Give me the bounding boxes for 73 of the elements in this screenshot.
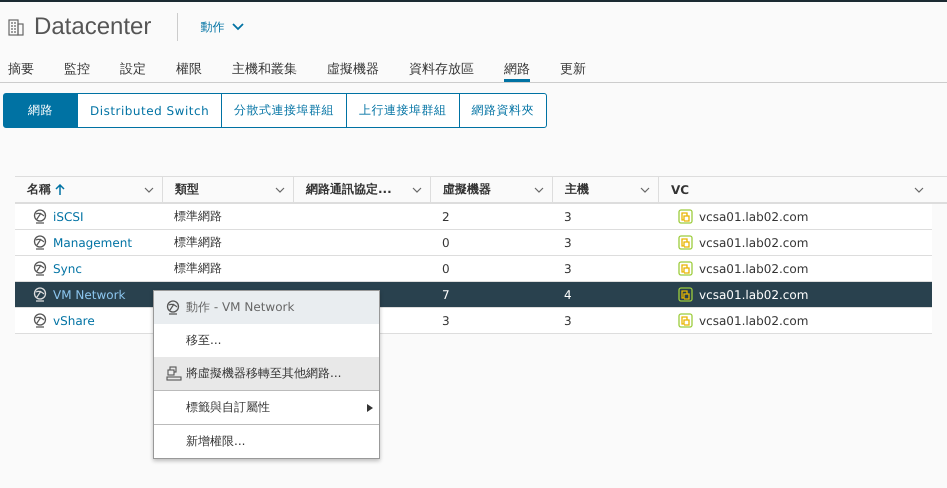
vcenter-cell: vcsa01.lab02.com	[699, 210, 808, 224]
network-icon	[33, 235, 47, 250]
host-count-cell: 3	[564, 262, 572, 276]
table-row[interactable]: Sync 標準網路 0 3 vcsa01.lab02.com	[15, 256, 932, 282]
column-menu-icon[interactable]	[534, 186, 544, 192]
page-title: Datacenter	[34, 13, 152, 41]
network-icon	[33, 261, 47, 276]
submenu-arrow-icon	[367, 404, 373, 412]
vcenter-cell: vcsa01.lab02.com	[699, 236, 808, 250]
nav-tab[interactable]: 虛擬機器	[327, 52, 379, 82]
network-icon	[33, 287, 47, 302]
vcenter-icon	[678, 235, 693, 250]
column-header[interactable]: VC	[658, 177, 932, 202]
vm-count-cell: 3	[442, 314, 450, 328]
network-link[interactable]: VM Network	[53, 288, 126, 302]
nav-tab[interactable]: 摘要	[8, 52, 34, 82]
column-menu-icon[interactable]	[144, 186, 154, 192]
column-header[interactable]: 虛擬機器	[430, 177, 552, 202]
host-count-cell: 3	[564, 236, 572, 250]
table-row[interactable]: Management 標準網路 0 3 vcsa01.lab02.com	[15, 230, 932, 256]
column-menu-icon[interactable]	[275, 186, 285, 192]
column-menu-icon[interactable]	[412, 186, 422, 192]
column-menu-icon[interactable]	[640, 186, 650, 192]
vcenter-cell: vcsa01.lab02.com	[699, 288, 808, 302]
network-link[interactable]: Sync	[53, 262, 82, 276]
host-count-cell: 3	[564, 314, 572, 328]
network-link[interactable]: Management	[53, 236, 132, 250]
menu-item[interactable]: 標籤與自訂屬性	[154, 391, 379, 424]
type-cell: 標準網路	[174, 234, 222, 251]
host-count-cell: 3	[564, 210, 572, 224]
table-row[interactable]: iSCSI 標準網路 2 3 vcsa01.lab02.com	[15, 204, 932, 230]
vcenter-icon	[678, 261, 693, 276]
nav-tab[interactable]: 監控	[64, 52, 90, 82]
column-header[interactable]: 類型	[162, 177, 293, 202]
column-menu-icon[interactable]	[914, 186, 924, 192]
nav-tab[interactable]: 主機和叢集	[232, 52, 297, 82]
type-cell: 標準網路	[174, 260, 222, 277]
nav-tab[interactable]: 權限	[176, 52, 202, 82]
column-header[interactable]: 網路通訊協定...	[293, 177, 430, 202]
vm-count-cell: 0	[442, 262, 450, 276]
view-toggle-button[interactable]: 分散式連接埠群組	[221, 93, 348, 128]
menu-item[interactable]: 將虛擬機器移轉至其他網路...	[154, 357, 379, 390]
actions-menu-button[interactable]: 動作	[200, 18, 244, 36]
network-icon	[33, 209, 47, 224]
chevron-down-icon	[232, 23, 244, 31]
vm-count-cell: 2	[442, 210, 450, 224]
column-header[interactable]: 名稱	[15, 177, 162, 202]
view-toggle-button[interactable]: 上行連接埠群組	[346, 93, 460, 128]
nav-tab[interactable]: 資料存放區	[409, 52, 474, 82]
migrate-vm-icon	[166, 366, 182, 381]
vcenter-cell: vcsa01.lab02.com	[699, 314, 808, 328]
nav-tab[interactable]: 更新	[560, 52, 586, 82]
menu-title: 動作 - VM Network	[154, 291, 379, 324]
view-toggle-button[interactable]: 網路	[3, 93, 78, 128]
network-icon	[33, 313, 47, 328]
type-cell: 標準網路	[174, 208, 222, 225]
host-count-cell: 4	[564, 288, 572, 302]
nav-tab[interactable]: 網路	[504, 52, 530, 82]
vm-count-cell: 7	[442, 288, 450, 302]
vcenter-cell: vcsa01.lab02.com	[699, 262, 808, 276]
network-link[interactable]: vShare	[53, 314, 95, 328]
nav-tab[interactable]: 設定	[120, 52, 146, 82]
network-icon	[166, 300, 180, 315]
datacenter-icon	[8, 18, 24, 36]
vcenter-icon	[678, 209, 693, 224]
network-link[interactable]: iSCSI	[53, 210, 84, 224]
view-toggle-button[interactable]: Distributed Switch	[77, 93, 222, 128]
vm-count-cell: 0	[442, 236, 450, 250]
column-header[interactable]: 主機	[552, 177, 658, 202]
vcenter-icon	[678, 287, 693, 302]
vcenter-icon	[678, 313, 693, 328]
menu-item[interactable]: 新增權限...	[154, 425, 379, 458]
view-toggle-button[interactable]: 網路資料夾	[458, 93, 548, 128]
